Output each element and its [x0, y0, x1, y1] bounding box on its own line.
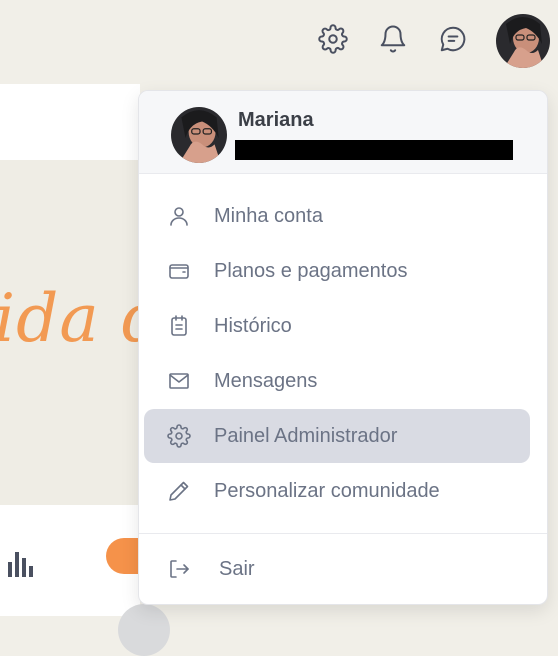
menu-item-label: Mensagens — [214, 369, 318, 392]
chat-icon — [440, 26, 466, 52]
menu-item-label: Histórico — [214, 314, 292, 337]
messages-button[interactable] — [434, 20, 472, 58]
menu-item-personalizar-comunidade[interactable]: Personalizar comunidade — [144, 464, 530, 518]
gear-icon — [166, 423, 192, 449]
menu-item-label: Personalizar comunidade — [214, 479, 440, 502]
notifications-button[interactable] — [374, 20, 412, 58]
dropdown-user-header: Mariana — [139, 91, 547, 174]
settings-button[interactable] — [314, 20, 352, 58]
wallet-icon — [166, 258, 192, 284]
menu-item-label: Painel Administrador — [214, 424, 398, 447]
divider — [139, 533, 547, 534]
page-header-band — [0, 84, 140, 160]
pencil-icon — [166, 478, 192, 504]
user-icon — [166, 203, 192, 229]
menu-item-historico[interactable]: Histórico — [144, 299, 530, 353]
menu-item-painel-administrador[interactable]: Painel Administrador — [144, 409, 530, 463]
redacted-email — [235, 140, 513, 160]
avatar — [118, 604, 170, 656]
clipboard-icon — [166, 313, 192, 339]
menu-item-minha-conta[interactable]: Minha conta — [144, 189, 530, 243]
user-name: Mariana — [238, 109, 314, 131]
menu-item-mensagens[interactable]: Mensagens — [144, 354, 530, 408]
avatar — [171, 107, 227, 163]
menu-item-planos-e-pagamentos[interactable]: Planos e pagamentos — [144, 244, 530, 298]
gear-icon — [318, 24, 348, 54]
logout-label: Sair — [219, 557, 255, 580]
bar-chart-icon[interactable] — [6, 548, 34, 578]
bell-icon — [380, 25, 406, 53]
avatar — [496, 14, 550, 68]
user-dropdown-menu: Mariana Minha conta Planos e pagamentos — [138, 90, 548, 605]
logout-icon — [166, 556, 192, 582]
top-bar — [0, 0, 558, 80]
menu-item-label: Minha conta — [214, 204, 323, 227]
menu-item-label: Planos e pagamentos — [214, 259, 408, 282]
user-avatar-button[interactable] — [496, 14, 550, 68]
logout-button[interactable]: Sair — [144, 542, 530, 596]
mail-icon — [166, 368, 192, 394]
